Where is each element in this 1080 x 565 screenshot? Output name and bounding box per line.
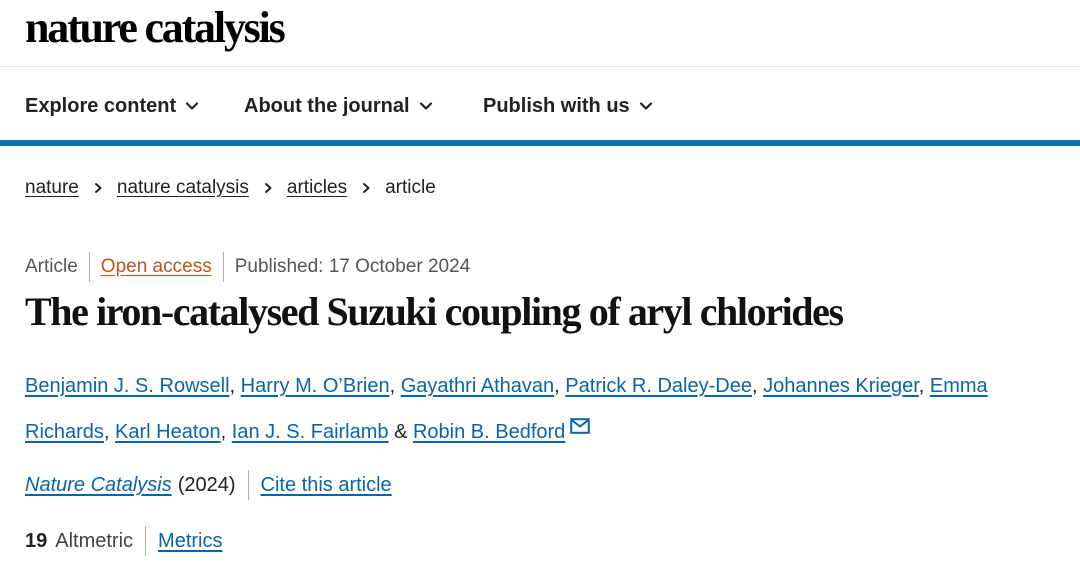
- author-separator: ,: [554, 375, 566, 397]
- nav-label: About the journal: [244, 95, 410, 117]
- breadcrumb-current: article: [385, 177, 436, 198]
- chevron-right-icon: [262, 182, 274, 194]
- nav-label: Publish with us: [483, 95, 630, 117]
- chevron-down-icon: [185, 99, 199, 113]
- author-link[interactable]: Johannes Krieger: [763, 375, 919, 397]
- divider: [247, 470, 249, 500]
- author-link[interactable]: Karl Heaton: [115, 421, 221, 443]
- author-link[interactable]: Harry M. O’Brien: [241, 375, 390, 397]
- nav-explore-content[interactable]: Explore content: [25, 93, 199, 119]
- author-link-corresponding[interactable]: Robin B. Bedford: [413, 421, 565, 443]
- citation-year: (2024): [177, 474, 236, 496]
- nav-publish-with-us[interactable]: Publish with us: [483, 93, 653, 119]
- chevron-down-icon: [419, 99, 433, 113]
- nav-about-journal[interactable]: About the journal: [244, 93, 433, 119]
- metrics-link[interactable]: Metrics: [158, 528, 222, 554]
- author-link[interactable]: Gayathri Athavan: [401, 375, 554, 397]
- author-separator: ,: [751, 375, 764, 397]
- chevron-down-icon: [639, 99, 653, 113]
- published-date: Published: 17 October 2024: [234, 256, 471, 277]
- masthead: nature catalysis: [0, 0, 1080, 67]
- citation-row: Nature Catalysis (2024) Cite this articl…: [25, 470, 392, 500]
- open-access-link[interactable]: Open access: [101, 255, 212, 279]
- author-link[interactable]: Benjamin J. S. Rowsell: [25, 375, 230, 397]
- author-link[interactable]: Ian J. S. Fairlamb: [232, 421, 389, 443]
- breadcrumb-link-articles[interactable]: articles: [287, 176, 347, 200]
- author-list: Benjamin J. S. Rowsell, Harry M. O’Brien…: [25, 365, 1045, 453]
- chevron-right-icon: [92, 182, 104, 194]
- journal-link[interactable]: Nature Catalysis: [25, 472, 172, 498]
- main-navigation: Explore content About the journal Publis…: [0, 67, 1080, 144]
- author-link[interactable]: Patrick R. Daley-Dee: [565, 375, 752, 397]
- author-separator: ,: [389, 375, 401, 397]
- cite-this-article-link[interactable]: Cite this article: [261, 472, 392, 498]
- article-type: Article: [25, 256, 78, 277]
- breadcrumb-link-nature[interactable]: nature: [25, 176, 79, 200]
- author-separator: ,: [103, 421, 116, 443]
- divider: [145, 526, 147, 556]
- nav-accent-bar: [0, 140, 1080, 146]
- breadcrumb: nature nature catalysis articles article: [25, 176, 436, 200]
- altmetric-count: 19: [25, 530, 48, 552]
- article-title: The iron-catalysed Suzuki coupling of ar…: [25, 289, 844, 334]
- journal-logo[interactable]: nature catalysis: [25, 2, 286, 54]
- author-separator: ,: [229, 375, 241, 397]
- nav-label: Explore content: [25, 95, 177, 117]
- author-separator: ,: [220, 421, 232, 443]
- metrics-row: 19 Altmetric Metrics: [25, 526, 223, 556]
- chevron-right-icon: [360, 182, 372, 194]
- breadcrumb-link-journal[interactable]: nature catalysis: [117, 176, 249, 200]
- altmetric-label: Altmetric: [55, 530, 134, 552]
- envelope-icon[interactable]: [570, 407, 591, 434]
- author-separator: ,: [918, 375, 930, 397]
- divider: [222, 252, 224, 282]
- article-meta: Article Open access Published: 17 Octobe…: [25, 252, 470, 282]
- author-joiner: &: [388, 421, 413, 443]
- divider: [88, 252, 90, 282]
